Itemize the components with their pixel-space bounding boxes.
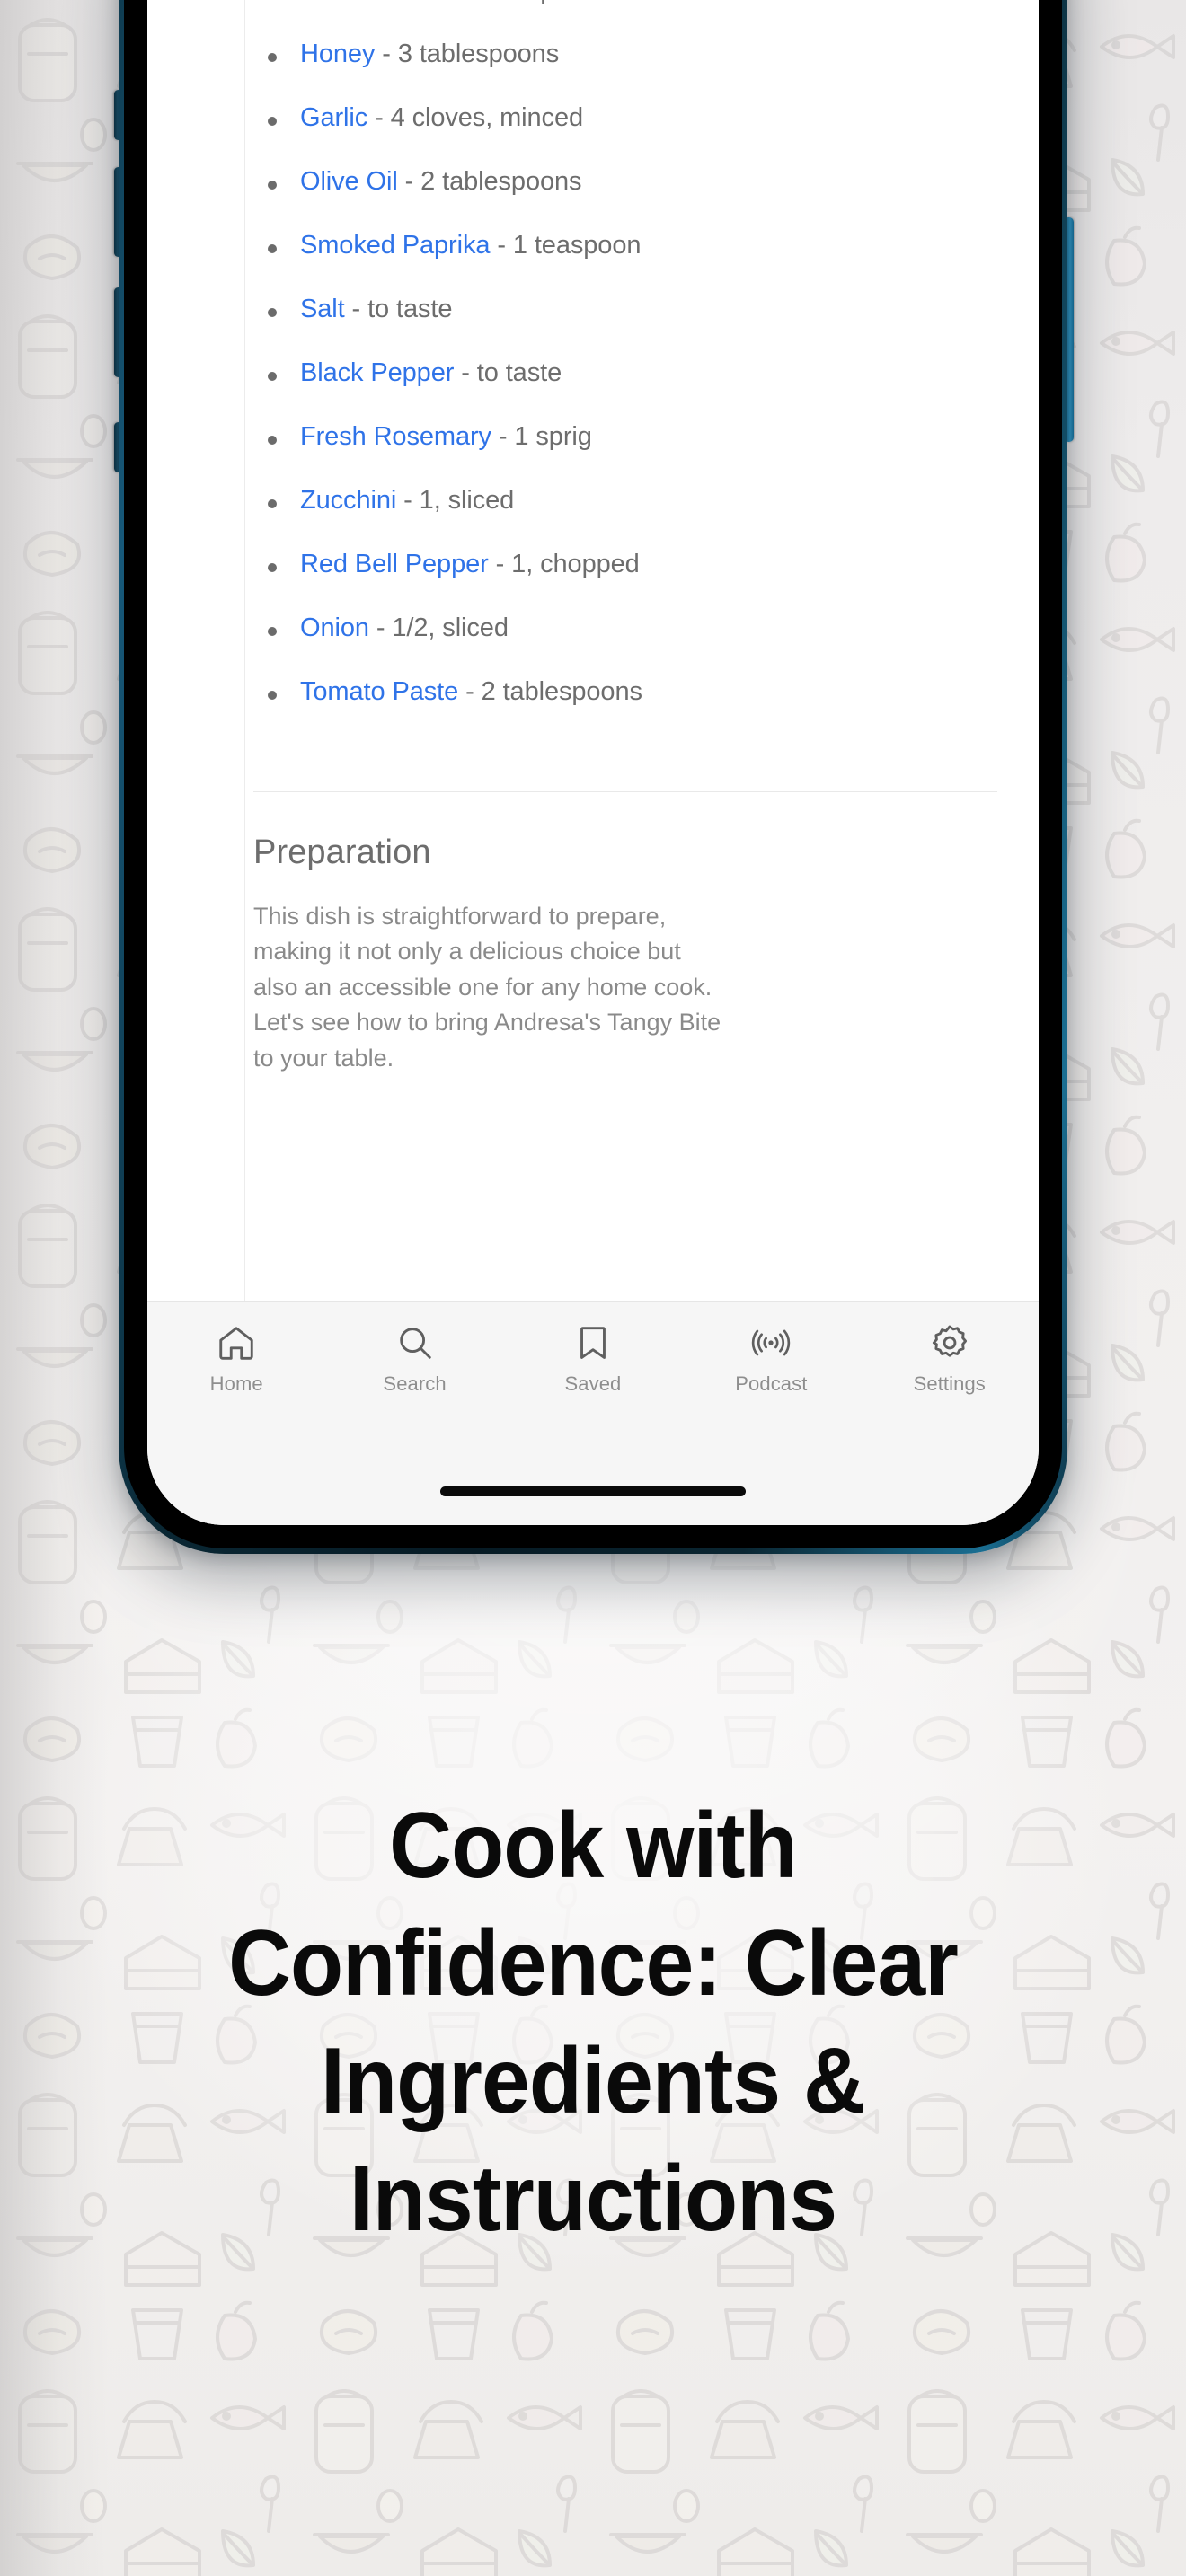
ingredient-row[interactable]: Fresh Rosemary - 1 sprig xyxy=(253,424,997,450)
ingredient-row[interactable]: Tomato Paste - 2 tablespoons xyxy=(253,679,997,705)
ingredient-row[interactable]: Smoked Paprika - 1 teaspoon xyxy=(253,233,997,259)
ingredient-quantity: 3 tablespoons xyxy=(397,40,560,68)
ingredient-name[interactable]: Tomato Paste xyxy=(300,677,458,706)
headline-line: Cook with xyxy=(389,1794,798,1898)
promo-page: Chicken Breast - 2 pieces Lemon Juice - … xyxy=(0,0,1186,2576)
ingredient-quantity: 1, sliced xyxy=(419,486,515,515)
preparation-line: This dish is straightforward to prepare, xyxy=(253,903,667,930)
tab-home[interactable]: Home xyxy=(161,1322,312,1396)
ingredient-row[interactable]: Lemon Juice - 1/2 cup xyxy=(253,0,997,4)
ingredient-name[interactable]: Zucchini xyxy=(300,486,396,515)
ingredient-name[interactable]: Honey xyxy=(300,40,375,68)
headline-line: Ingredients & xyxy=(321,2029,866,2134)
preparation-paragraph: This dish is straightforward to prepare,… xyxy=(253,899,810,1076)
ingredient-name[interactable]: Smoked Paprika xyxy=(300,231,490,260)
ingredient-separator: - xyxy=(397,167,421,196)
content-left-rail xyxy=(244,0,245,1301)
ingredient-name[interactable]: Fresh Rosemary xyxy=(300,422,491,451)
ingredient-quantity: 4 cloves, minced xyxy=(390,103,584,132)
ingredient-separator: - xyxy=(368,613,393,642)
home-indicator[interactable] xyxy=(440,1486,746,1496)
search-icon xyxy=(394,1322,436,1363)
home-icon xyxy=(216,1322,257,1363)
ingredient-quantity: to taste xyxy=(476,358,562,387)
tab-label: Saved xyxy=(564,1372,622,1395)
tab-saved[interactable]: Saved xyxy=(518,1322,668,1396)
tab-settings[interactable]: Settings xyxy=(874,1322,1025,1396)
ingredient-row[interactable]: Black Pepper - to taste xyxy=(253,360,997,386)
ingredient-name[interactable]: Olive Oil xyxy=(300,167,398,196)
ingredient-separator: - xyxy=(490,231,513,260)
home-indicator-area xyxy=(147,1457,1039,1525)
tab-label: Home xyxy=(209,1372,263,1395)
ingredient-row[interactable]: Honey - 3 tablespoons xyxy=(253,41,997,67)
ingredient-name[interactable]: Red Bell Pepper xyxy=(300,550,489,578)
preparation-line: to your table. xyxy=(253,1044,394,1072)
tab-search[interactable]: Search xyxy=(340,1322,491,1396)
ingredient-quantity: 2 tablespoons xyxy=(420,167,582,196)
ingredient-separator: - xyxy=(344,295,368,323)
ingredient-row[interactable]: Zucchini - 1, sliced xyxy=(253,488,997,514)
ingredient-separator: - xyxy=(375,40,398,68)
ingredient-separator: - xyxy=(447,0,469,4)
broadcast-icon xyxy=(750,1322,792,1363)
ingredient-name[interactable]: Onion xyxy=(300,613,369,642)
preparation-line: also an accessible one for any home cook… xyxy=(253,973,712,1001)
ingredient-row[interactable]: Olive Oil - 2 tablespoons xyxy=(253,169,997,195)
ingredient-separator: - xyxy=(454,358,477,387)
tab-label: Settings xyxy=(913,1372,986,1395)
bottom-tab-bar: Home Search Saved Podcast Settings xyxy=(147,1301,1039,1457)
ingredients-list: Chicken Breast - 2 pieces Lemon Juice - … xyxy=(253,0,997,791)
tab-label: Podcast xyxy=(735,1372,808,1395)
ingredient-separator: - xyxy=(367,103,391,132)
ingredient-quantity: to taste xyxy=(367,295,453,323)
section-divider xyxy=(253,791,997,792)
gear-icon xyxy=(929,1322,970,1363)
ingredient-name[interactable]: Salt xyxy=(300,295,345,323)
ingredient-row[interactable]: Onion - 1/2, sliced xyxy=(253,615,997,641)
preparation-line: making it not only a delicious choice bu… xyxy=(253,938,681,966)
ingredient-row[interactable]: Salt - to taste xyxy=(253,296,997,322)
preparation-line: Let's see how to bring Andresa's Tangy B… xyxy=(253,1009,721,1037)
headline-line: Confidence: Clear xyxy=(228,1911,959,2016)
tab-label: Search xyxy=(383,1372,447,1395)
ingredient-quantity: 1, chopped xyxy=(511,550,640,578)
ingredient-quantity: 1/2, sliced xyxy=(392,613,509,642)
ingredient-quantity: 1/2 cup xyxy=(470,0,555,4)
preparation-heading: Preparation xyxy=(253,834,431,871)
phone-mockup: Chicken Breast - 2 pieces Lemon Juice - … xyxy=(114,0,1074,1554)
ingredient-quantity: 2 tablespoons xyxy=(481,677,642,706)
ingredient-name[interactable]: Garlic xyxy=(300,103,367,132)
ingredient-name[interactable]: Lemon Juice xyxy=(300,0,447,4)
ingredient-row[interactable]: Red Bell Pepper - 1, chopped xyxy=(253,551,997,578)
bookmark-icon xyxy=(572,1322,614,1363)
ingredient-name[interactable]: Black Pepper xyxy=(300,358,454,387)
ingredient-separator: - xyxy=(396,486,420,515)
ingredient-separator: - xyxy=(458,677,482,706)
phone-screen: Chicken Breast - 2 pieces Lemon Juice - … xyxy=(147,0,1039,1525)
ingredient-quantity: 1 sprig xyxy=(514,422,592,451)
promo-headline: Cook with Confidence: Clear Ingredients … xyxy=(41,1787,1145,2258)
app-screen: Chicken Breast - 2 pieces Lemon Juice - … xyxy=(147,0,1039,1525)
ingredient-separator: - xyxy=(491,422,515,451)
ingredient-quantity: 1 teaspoon xyxy=(512,231,642,260)
tab-podcast[interactable]: Podcast xyxy=(695,1322,846,1396)
ingredient-row[interactable]: Garlic - 4 cloves, minced xyxy=(253,105,997,131)
headline-line: Instructions xyxy=(349,2147,837,2252)
ingredient-separator: - xyxy=(488,550,512,578)
recipe-scroll-area[interactable]: Chicken Breast - 2 pieces Lemon Juice - … xyxy=(147,0,1039,1301)
